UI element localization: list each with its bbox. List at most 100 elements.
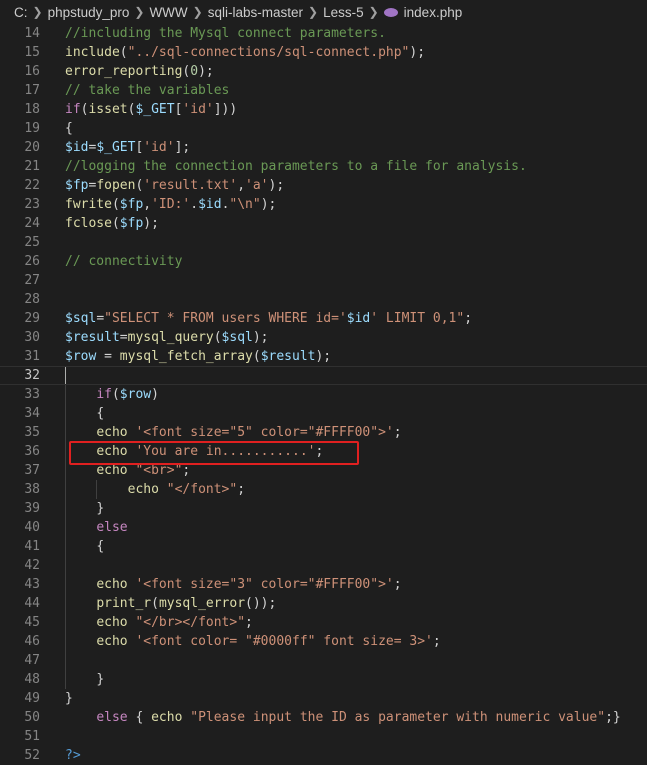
- code-line[interactable]: 15 include("../sql-connections/sql-connec…: [0, 43, 647, 62]
- code-line[interactable]: 34 {: [0, 404, 647, 423]
- code-line[interactable]: 22 $fp=fopen('result.txt','a');: [0, 176, 647, 195]
- line-number: 45: [24, 615, 40, 630]
- code-line[interactable]: 50 else { echo "Please input the ID as pa…: [0, 708, 647, 727]
- code-text: $fp=fopen('result.txt','a');: [65, 176, 284, 195]
- code-token: $sql: [221, 330, 253, 345]
- code-token: }: [65, 691, 73, 706]
- code-line[interactable]: 46 echo '<font color= "#0000ff" font size…: [0, 632, 647, 651]
- code-line[interactable]: 16 error_reporting(0);: [0, 62, 647, 81]
- code-token: $fp: [65, 178, 89, 193]
- annotation-highlight-box: [69, 441, 359, 465]
- line-number: 43: [24, 577, 40, 592]
- code-token: {: [65, 121, 73, 136]
- code-line[interactable]: 42: [0, 556, 647, 575]
- breadcrumb-file[interactable]: index.php: [404, 5, 463, 20]
- code-line[interactable]: 23 fwrite($fp,'ID:'.$id."\n");: [0, 195, 647, 214]
- line-number: 18: [24, 102, 40, 117]
- code-token: // take the variables: [65, 83, 230, 98]
- code-token: "SELECT * FROM users WHERE id=': [104, 311, 347, 326]
- code-line[interactable]: 17 // take the variables: [0, 81, 647, 100]
- code-text: $id=$_GET['id'];: [65, 138, 190, 157]
- code-line[interactable]: 32: [0, 366, 647, 385]
- code-text: {: [96, 537, 104, 556]
- breadcrumb-segment-less5[interactable]: Less-5: [323, 5, 364, 20]
- code-line[interactable]: 41 {: [0, 537, 647, 556]
- code-token: "Please input the ID as parameter with n…: [190, 710, 606, 725]
- code-editor[interactable]: 14 //including the Mysql connect paramete…: [0, 24, 647, 765]
- code-line[interactable]: 30 $result=mysql_query($sql);: [0, 328, 647, 347]
- code-token: $id: [198, 197, 222, 212]
- code-token: $fp: [119, 216, 144, 231]
- code-token: ;: [393, 425, 402, 440]
- chevron-right-icon: ❯: [192, 5, 203, 19]
- code-token: );: [252, 330, 269, 345]
- code-token: print_r: [96, 596, 152, 611]
- code-line[interactable]: 26 // connectivity: [0, 252, 647, 271]
- code-token: $_GET: [135, 102, 175, 117]
- code-line[interactable]: 25: [0, 233, 647, 252]
- code-line[interactable]: 20 $id=$_GET['id'];: [0, 138, 647, 157]
- code-token: // connectivity: [65, 254, 183, 269]
- code-token: $result: [260, 349, 316, 364]
- code-line[interactable]: 28: [0, 290, 647, 309]
- code-token: 'ID:': [151, 197, 191, 212]
- code-token: '<font color= "#0000ff" font size= 3>': [135, 634, 433, 649]
- code-line[interactable]: 21 //logging the connection parameters to…: [0, 157, 647, 176]
- code-text: }: [65, 689, 73, 708]
- code-text: }: [96, 499, 104, 518]
- code-line[interactable]: 14 //including the Mysql connect paramete…: [0, 24, 647, 43]
- code-text: $result=mysql_query($sql);: [65, 328, 269, 347]
- code-line[interactable]: 52 ?>: [0, 746, 647, 765]
- code-line[interactable]: 44 print_r(mysql_error());: [0, 594, 647, 613]
- line-number: 44: [24, 596, 40, 611]
- code-token: "\n": [229, 197, 261, 212]
- code-line[interactable]: 40 else: [0, 518, 647, 537]
- code-line[interactable]: 33 if($row): [0, 385, 647, 404]
- line-number: 46: [24, 634, 40, 649]
- breadcrumb-segment-sqli-labs[interactable]: sqli-labs-master: [208, 5, 303, 20]
- code-text: {: [96, 404, 104, 423]
- breadcrumb-segment-phpstudy[interactable]: phpstudy_pro: [48, 5, 130, 20]
- line-number: 42: [24, 558, 40, 573]
- code-token: (: [119, 45, 128, 60]
- code-token: {: [96, 406, 105, 421]
- code-token: );: [260, 197, 277, 212]
- code-line[interactable]: 51: [0, 727, 647, 746]
- code-token: ,: [237, 178, 246, 193]
- code-text: //logging the connection parameters to a…: [65, 157, 527, 176]
- code-token: ;: [464, 311, 473, 326]
- code-token: (: [111, 197, 120, 212]
- code-text: fwrite($fp,'ID:'.$id."\n");: [65, 195, 276, 214]
- code-line[interactable]: 48}: [0, 670, 647, 689]
- code-line[interactable]: 35 echo '<font size="5" color="#FFFF00">'…: [0, 423, 647, 442]
- code-line[interactable]: 19 {: [0, 119, 647, 138]
- breadcrumb-segment-drive[interactable]: C:: [14, 5, 28, 20]
- code-token: $_GET: [96, 140, 136, 155]
- code-line[interactable]: 27: [0, 271, 647, 290]
- code-token: echo: [127, 482, 159, 497]
- breadcrumb-segment-www[interactable]: WWW: [149, 5, 187, 20]
- line-number: 33: [24, 387, 40, 402]
- code-line[interactable]: 39}: [0, 499, 647, 518]
- code-text: print_r(mysql_error());: [96, 594, 276, 613]
- line-number: 38: [24, 482, 40, 497]
- code-line[interactable]: 31 $row = mysql_fetch_array($result);: [0, 347, 647, 366]
- code-text: if($row): [96, 385, 159, 404]
- code-line[interactable]: 45 echo "</br></font>";: [0, 613, 647, 632]
- line-number: 48: [24, 672, 40, 687]
- code-line[interactable]: 49}: [0, 689, 647, 708]
- code-line[interactable]: 47: [0, 651, 647, 670]
- code-text: ?>: [65, 746, 81, 765]
- indent-guide: [96, 480, 98, 499]
- code-token: '<font size="3" color="#FFFF00">': [135, 577, 394, 592]
- code-line[interactable]: 18 if(isset($_GET['id'])): [0, 100, 647, 119]
- line-number: 22: [24, 178, 40, 193]
- code-line[interactable]: 43 echo '<font size="3" color="#FFFF00">'…: [0, 575, 647, 594]
- code-line[interactable]: 29 $sql="SELECT * FROM users WHERE id='$i…: [0, 309, 647, 328]
- line-number: 49: [24, 691, 40, 706]
- code-line[interactable]: 24 fclose($fp);: [0, 214, 647, 233]
- code-token: $fp: [119, 197, 144, 212]
- code-token: error_reporting: [65, 64, 183, 79]
- code-token: ;: [393, 577, 402, 592]
- code-token: );: [315, 349, 332, 364]
